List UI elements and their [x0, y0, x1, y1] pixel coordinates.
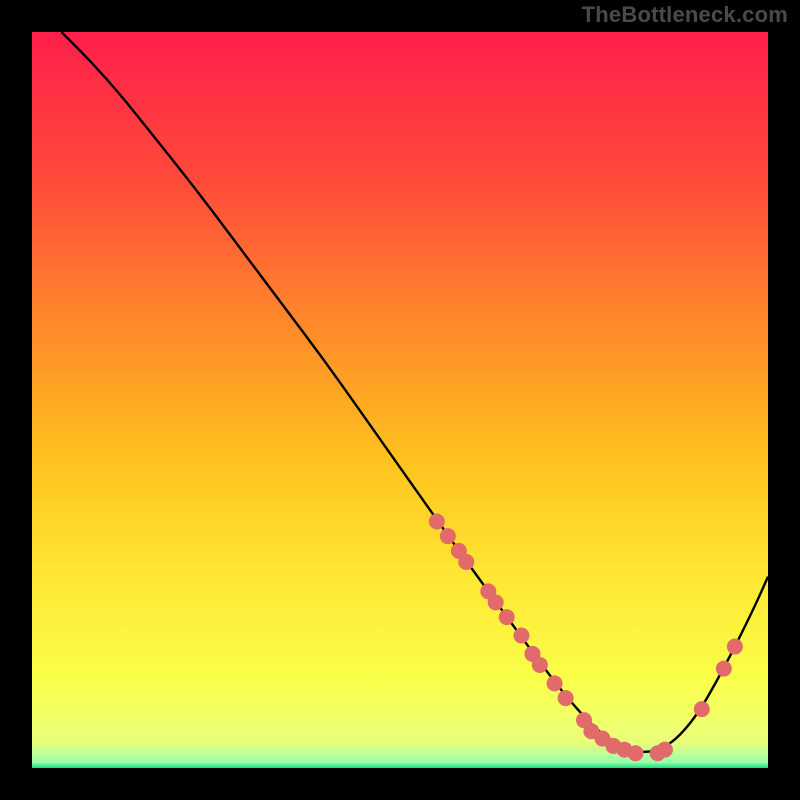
- data-marker: [458, 554, 474, 570]
- watermark-text: TheBottleneck.com: [582, 2, 788, 28]
- data-marker: [657, 742, 673, 758]
- chart-stage: TheBottleneck.com: [0, 0, 800, 800]
- data-marker: [440, 528, 456, 544]
- data-marker: [429, 513, 445, 529]
- plot-area: [32, 32, 768, 768]
- data-marker: [532, 657, 548, 673]
- data-marker: [547, 675, 563, 691]
- data-marker: [727, 639, 743, 655]
- data-marker: [716, 661, 732, 677]
- data-marker: [628, 745, 644, 761]
- data-marker: [513, 628, 529, 644]
- curve-path: [61, 32, 768, 752]
- plot-svg: [32, 32, 768, 768]
- marker-layer: [429, 513, 743, 761]
- data-marker: [488, 594, 504, 610]
- data-marker: [499, 609, 515, 625]
- data-marker: [558, 690, 574, 706]
- data-marker: [694, 701, 710, 717]
